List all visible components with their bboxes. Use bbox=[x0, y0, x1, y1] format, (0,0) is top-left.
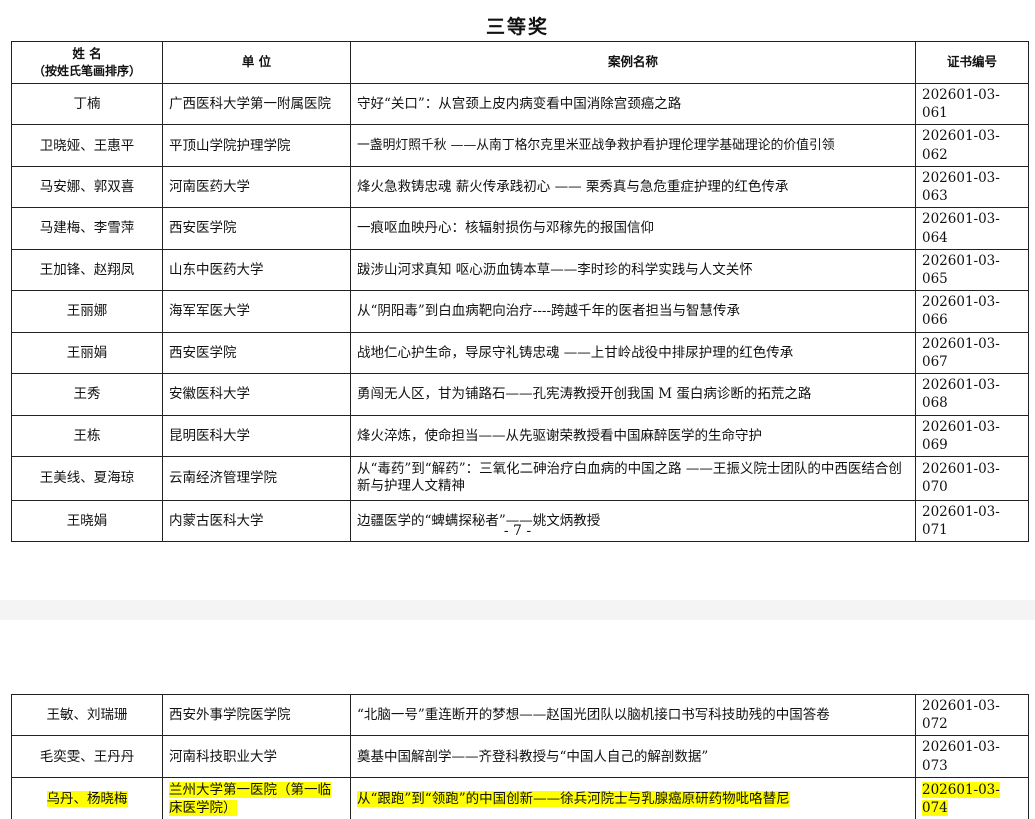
cell-cert: 202601-03-067 bbox=[915, 331, 1029, 375]
header-unit: 单 位 bbox=[162, 41, 351, 84]
cell-case: 一痕呕血映丹心：核辐射损伤与邓稼先的报国信仰 bbox=[350, 207, 916, 250]
cell-unit: 西安医学院 bbox=[162, 331, 351, 375]
cell-case: 从“跟跑”到“领跑”的中国创新——徐兵河院士与乳腺癌原研药物吡咯替尼 bbox=[350, 776, 916, 819]
table-header-row: 姓 名 （按姓氏笔画排序） 单 位 案例名称 证书编号 bbox=[11, 41, 1029, 84]
cell-cert: 202601-03-062 bbox=[915, 124, 1029, 167]
cell-cert: 202601-03-074 bbox=[915, 776, 1029, 819]
cell-cert: 202601-03-073 bbox=[915, 735, 1029, 778]
award-title: 三等奖 bbox=[485, 16, 549, 38]
cell-name: 王丽娟 bbox=[11, 331, 163, 375]
document-page-1: 三等奖 姓 名 （按姓氏笔画排序） 单 位 案例名称 证书编号 丁楠 广西医科大… bbox=[0, 0, 1035, 600]
cell-cert: 202601-03-072 bbox=[915, 693, 1029, 737]
table-row: 丁楠 广西医科大学第一附属医院 守好“关口”：从宫颈上皮内病变看中国消除宫颈癌之… bbox=[11, 82, 1029, 126]
highlighted-text: 从“跟跑”到“领跑”的中国创新——徐兵河院士与乳腺癌原研药物吡咯替尼 bbox=[357, 791, 790, 808]
cell-unit: 西安医学院 bbox=[162, 207, 351, 250]
cell-unit: 山东中医药大学 bbox=[162, 248, 351, 292]
table-row: 王丽娜 海军军医大学 从“阴阳毒”到白血病靶向治疗----跨越千年的医者担当与智… bbox=[11, 290, 1029, 333]
cell-name: 乌丹、杨晓梅 bbox=[11, 776, 163, 819]
cell-unit: 河南科技职业大学 bbox=[162, 735, 351, 778]
cell-cert: 202601-03-066 bbox=[915, 290, 1029, 333]
table-row: 王丽娟 西安医学院 战地仁心护生命，导尿守礼铸忠魂 ——上甘岭战役中排尿护理的红… bbox=[11, 331, 1029, 375]
cell-unit: 安徽医科大学 bbox=[162, 373, 351, 416]
cell-name: 王美线、夏海琼 bbox=[11, 455, 163, 501]
table-row: 卫晓娅、王惠平 平顶山学院护理学院 一盏明灯照千秋 ——从南丁格尔克里米亚战争救… bbox=[11, 124, 1029, 167]
cell-unit: 云南经济管理学院 bbox=[162, 455, 351, 501]
cell-name: 王栋 bbox=[11, 414, 163, 457]
cell-case: 守好“关口”：从宫颈上皮内病变看中国消除宫颈癌之路 bbox=[350, 82, 916, 126]
table-row: 王秀 安徽医科大学 勇闯无人区，甘为铺路石——孔宪涛教授开创我国 M 蛋白病诊断… bbox=[11, 373, 1029, 416]
cell-cert: 202601-03-068 bbox=[915, 373, 1029, 416]
cell-case: 从“阴阳毒”到白血病靶向治疗----跨越千年的医者担当与智慧传承 bbox=[350, 290, 916, 333]
cell-name: 王秀 bbox=[11, 373, 163, 416]
cell-case: “北脑一号”重连断开的梦想——赵国光团队以脑机接口书写科技助残的中国答卷 bbox=[350, 693, 916, 737]
document-page-2: 王敏、刘瑞珊 西安外事学院医学院 “北脑一号”重连断开的梦想——赵国光团队以脑机… bbox=[0, 620, 1035, 819]
cell-case: 烽火急救铸忠魂 薪火传承践初心 —— 栗秀真与急危重症护理的红色传承 bbox=[350, 165, 916, 209]
cell-unit: 西安外事学院医学院 bbox=[162, 693, 351, 737]
cell-cert: 202601-03-063 bbox=[915, 165, 1029, 209]
cell-unit: 平顶山学院护理学院 bbox=[162, 124, 351, 167]
cell-unit: 昆明医科大学 bbox=[162, 414, 351, 457]
header-name-sub: （按姓氏笔画排序） bbox=[32, 63, 141, 78]
cell-case: 跋涉山河求真知 呕心沥血铸本草——李时珍的科学实践与人文关怀 bbox=[350, 248, 916, 292]
cell-name: 王丽娜 bbox=[11, 290, 163, 333]
cell-case: 一盏明灯照千秋 ——从南丁格尔克里米亚战争救护看护理伦理学基础理论的价值引领 bbox=[350, 124, 916, 167]
cell-cert: 202601-03-070 bbox=[915, 455, 1029, 501]
page-number: - 7 - bbox=[503, 523, 532, 539]
cell-unit: 广西医科大学第一附属医院 bbox=[162, 82, 351, 126]
page-separator bbox=[0, 600, 1035, 620]
table-row-highlighted: 乌丹、杨晓梅 兰州大学第一医院（第一临床医学院） 从“跟跑”到“领跑”的中国创新… bbox=[11, 776, 1029, 819]
cell-cert: 202601-03-061 bbox=[915, 82, 1029, 126]
cell-unit: 河南医药大学 bbox=[162, 165, 351, 209]
highlighted-text: 乌丹、杨晓梅 bbox=[46, 791, 128, 808]
header-cert: 证书编号 bbox=[915, 41, 1029, 84]
highlighted-text: 202601-03-074 bbox=[922, 782, 1000, 817]
cell-case: 奠基中国解剖学——齐登科教授与“中国人自己的解剖数据” bbox=[350, 735, 916, 778]
cell-case: 战地仁心护生命，导尿守礼铸忠魂 ——上甘岭战役中排尿护理的红色传承 bbox=[350, 331, 916, 375]
highlighted-text: 兰州大学第一医院（第一临床医学院） bbox=[169, 782, 331, 817]
table-row: 王栋 昆明医科大学 烽火淬炼，使命担当——从先驱谢荣教授看中国麻醉医学的生命守护… bbox=[11, 414, 1029, 457]
header-case: 案例名称 bbox=[350, 41, 916, 84]
header-name-label: 姓 名 bbox=[72, 45, 102, 61]
cell-name: 马安娜、郭双喜 bbox=[11, 165, 163, 209]
cell-cert: 202601-03-069 bbox=[915, 414, 1029, 457]
award-table-continued: 王敏、刘瑞珊 西安外事学院医学院 “北脑一号”重连断开的梦想——赵国光团队以脑机… bbox=[11, 693, 1029, 819]
table-row: 王加锋、赵翔凤 山东中医药大学 跋涉山河求真知 呕心沥血铸本草——李时珍的科学实… bbox=[11, 248, 1029, 292]
cell-name: 卫晓娅、王惠平 bbox=[11, 124, 163, 167]
cell-name: 马建梅、李雪萍 bbox=[11, 207, 163, 250]
cell-case: 勇闯无人区，甘为铺路石——孔宪涛教授开创我国 M 蛋白病诊断的拓荒之路 bbox=[350, 373, 916, 416]
header-name: 姓 名 （按姓氏笔画排序） bbox=[11, 41, 163, 84]
table-row: 马安娜、郭双喜 河南医药大学 烽火急救铸忠魂 薪火传承践初心 —— 栗秀真与急危… bbox=[11, 165, 1029, 209]
table-row: 王敏、刘瑞珊 西安外事学院医学院 “北脑一号”重连断开的梦想——赵国光团队以脑机… bbox=[11, 693, 1029, 737]
cell-unit: 兰州大学第一医院（第一临床医学院） bbox=[162, 776, 351, 819]
cell-cert: 202601-03-064 bbox=[915, 207, 1029, 250]
award-table: 姓 名 （按姓氏笔画排序） 单 位 案例名称 证书编号 丁楠 广西医科大学第一附… bbox=[11, 41, 1029, 543]
cell-case: 从“毒药”到“解药”：三氧化二砷治疗白血病的中国之路 ——王振义院士团队的中西医… bbox=[350, 455, 916, 501]
cell-cert: 202601-03-065 bbox=[915, 248, 1029, 292]
cell-name: 丁楠 bbox=[11, 82, 163, 126]
cell-name: 王加锋、赵翔凤 bbox=[11, 248, 163, 292]
cell-unit: 海军军医大学 bbox=[162, 290, 351, 333]
table-row: 毛奕雯、王丹丹 河南科技职业大学 奠基中国解剖学——齐登科教授与“中国人自己的解… bbox=[11, 735, 1029, 778]
cell-name: 毛奕雯、王丹丹 bbox=[11, 735, 163, 778]
cell-name: 王敏、刘瑞珊 bbox=[11, 693, 163, 737]
table-row: 马建梅、李雪萍 西安医学院 一痕呕血映丹心：核辐射损伤与邓稼先的报国信仰 202… bbox=[11, 207, 1029, 250]
table-row: 王美线、夏海琼 云南经济管理学院 从“毒药”到“解药”：三氧化二砷治疗白血病的中… bbox=[11, 455, 1029, 501]
cell-case: 烽火淬炼，使命担当——从先驱谢荣教授看中国麻醉医学的生命守护 bbox=[350, 414, 916, 457]
